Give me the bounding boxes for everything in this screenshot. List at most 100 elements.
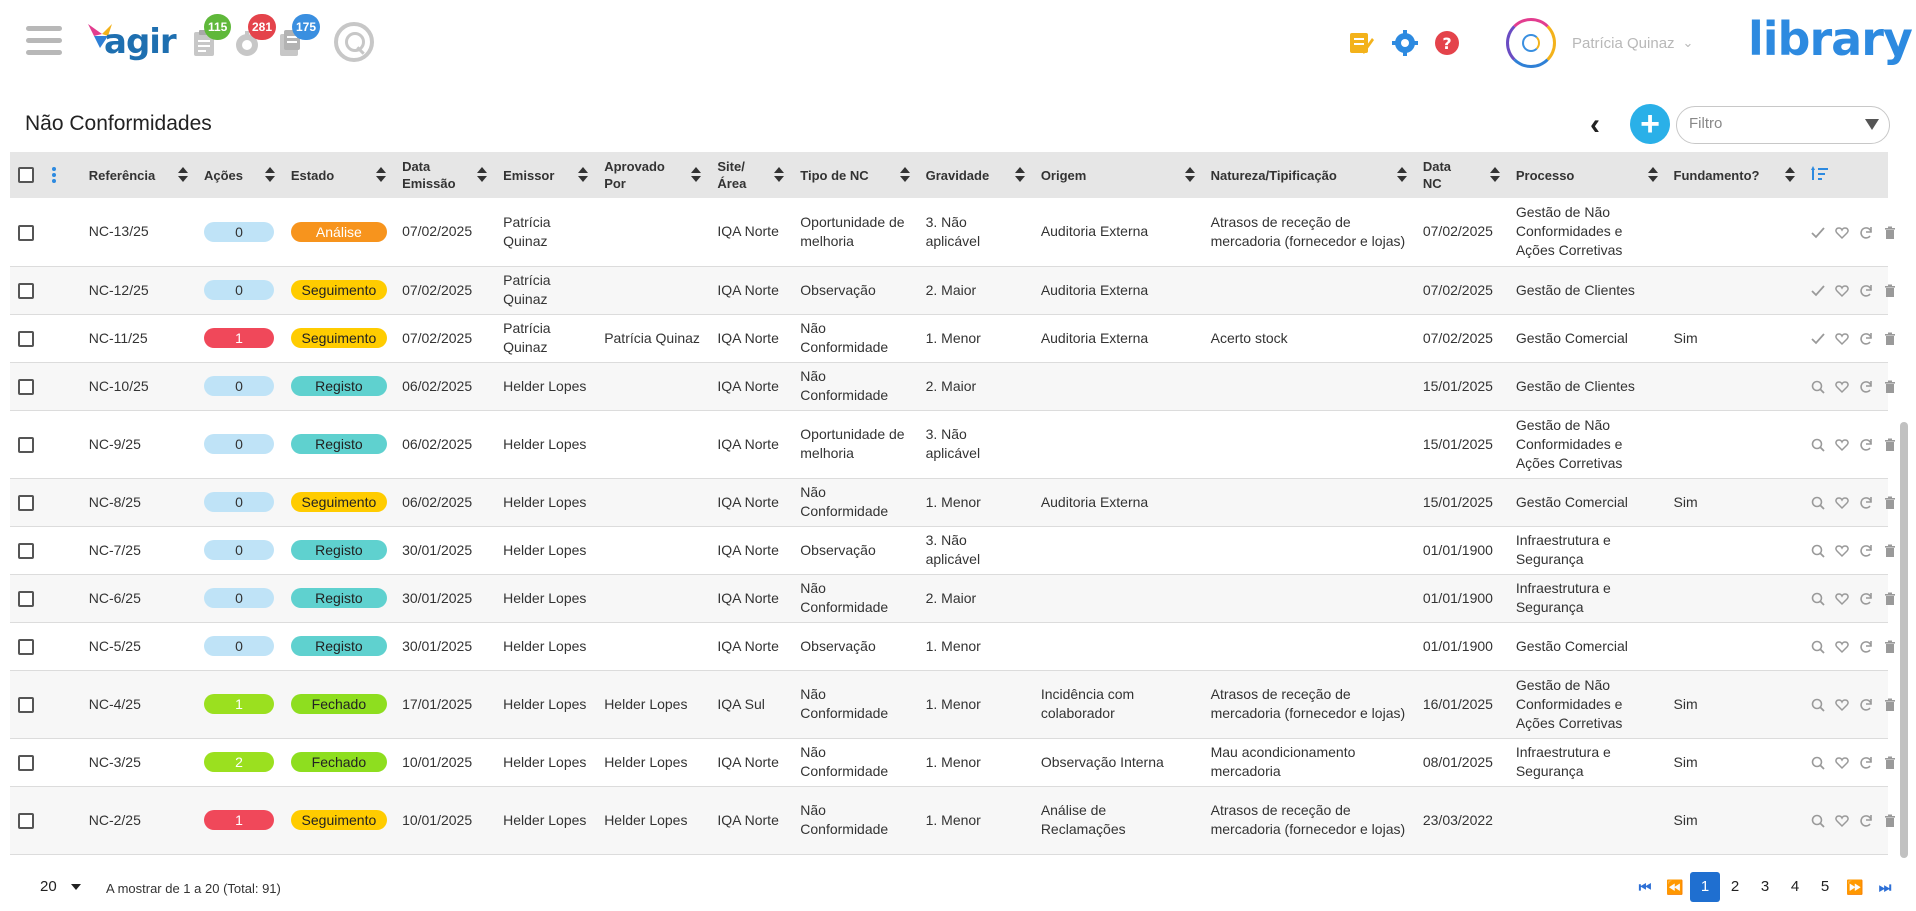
- table-row[interactable]: NC-4/25 1 Fechado 17/01/2025 Helder Lopes Hel…: [10, 670, 1895, 738]
- actions-count-pill[interactable]: 0: [203, 376, 274, 396]
- delete-trash-icon[interactable]: [1883, 496, 1897, 510]
- clipboard-icon[interactable]: 115: [192, 14, 232, 58]
- column-options-icon[interactable]: [51, 165, 56, 185]
- table-row[interactable]: NC-5/25 0 Registo 30/01/2025 Helder Lopes IQA…: [10, 622, 1895, 670]
- actions-count-pill[interactable]: 0: [203, 434, 274, 454]
- actions-count-pill[interactable]: 0: [203, 636, 274, 656]
- table-row[interactable]: NC-8/25 0 Seguimento 06/02/2025 Helder Lopes…: [10, 478, 1895, 526]
- refresh-icon[interactable]: [1859, 380, 1873, 394]
- delete-trash-icon[interactable]: [1883, 226, 1897, 240]
- row-checkbox[interactable]: [18, 436, 34, 453]
- prev-page-icon[interactable]: ⏪: [1660, 879, 1690, 896]
- sort-icon[interactable]: [477, 167, 488, 183]
- delete-trash-icon[interactable]: [1883, 756, 1897, 770]
- favorite-heart-icon[interactable]: [1835, 438, 1849, 452]
- favorite-heart-icon[interactable]: [1835, 496, 1849, 510]
- table-row[interactable]: NC-6/25 0 Registo 30/01/2025 Helder Lopes IQA…: [10, 574, 1895, 622]
- sort-icon[interactable]: [578, 167, 589, 183]
- view-search-icon[interactable]: [1811, 756, 1825, 770]
- table-row[interactable]: NC-3/25 2 Fechado 10/01/2025 Helder Lopes Hel…: [10, 738, 1895, 786]
- view-search-icon[interactable]: [1811, 496, 1825, 510]
- header-tipo-nc[interactable]: Tipo de NC: [792, 152, 917, 198]
- page-4-button[interactable]: 4: [1780, 872, 1810, 902]
- view-search-icon[interactable]: [1811, 544, 1825, 558]
- filter-funnel-icon[interactable]: [1865, 119, 1879, 130]
- header-processo[interactable]: Processo: [1508, 152, 1666, 198]
- header-gravidade[interactable]: Gravidade: [918, 152, 1033, 198]
- global-search-icon[interactable]: [334, 22, 374, 62]
- gear-timer-icon[interactable]: 281: [234, 14, 277, 58]
- settings-gear-icon[interactable]: [1392, 30, 1418, 60]
- page-5-button[interactable]: 5: [1810, 872, 1840, 902]
- refresh-icon[interactable]: [1859, 592, 1873, 606]
- sort-icon[interactable]: [899, 167, 910, 183]
- vertical-scrollbar[interactable]: [1898, 200, 1910, 860]
- sort-icon[interactable]: [1647, 167, 1658, 183]
- actions-count-pill[interactable]: 1: [203, 810, 274, 830]
- actions-count-pill[interactable]: 2: [203, 752, 274, 772]
- last-page-icon[interactable]: ⏭: [1870, 879, 1900, 896]
- header-data-nc[interactable]: Data NC: [1415, 152, 1508, 198]
- view-search-icon[interactable]: [1811, 698, 1825, 712]
- sort-icon[interactable]: [1396, 167, 1407, 183]
- favorite-heart-icon[interactable]: [1835, 226, 1849, 240]
- sort-icon[interactable]: [177, 167, 188, 183]
- row-checkbox[interactable]: [18, 696, 34, 713]
- header-origem[interactable]: Origem: [1033, 152, 1203, 198]
- delete-trash-icon[interactable]: [1883, 284, 1897, 298]
- help-icon[interactable]: ?: [1434, 30, 1460, 60]
- row-checkbox[interactable]: [18, 282, 34, 299]
- favorite-heart-icon[interactable]: [1835, 756, 1849, 770]
- select-all-checkbox[interactable]: [18, 167, 34, 183]
- table-row[interactable]: NC-9/25 0 Registo 06/02/2025 Helder Lopes IQA…: [10, 410, 1895, 478]
- row-checkbox[interactable]: [18, 638, 34, 655]
- delete-trash-icon[interactable]: [1883, 380, 1897, 394]
- delete-trash-icon[interactable]: [1883, 332, 1897, 346]
- sort-icon[interactable]: [376, 167, 387, 183]
- table-row[interactable]: NC-10/25 0 Registo 06/02/2025 Helder Lopes IQ…: [10, 362, 1895, 410]
- sort-icon[interactable]: [264, 167, 275, 183]
- sort-icon[interactable]: [1489, 167, 1500, 183]
- refresh-icon[interactable]: [1859, 698, 1873, 712]
- table-row[interactable]: NC-7/25 0 Registo 30/01/2025 Helder Lopes IQA…: [10, 526, 1895, 574]
- approve-check-icon[interactable]: [1811, 284, 1825, 298]
- approve-check-icon[interactable]: [1811, 332, 1825, 346]
- header-fundamento[interactable]: Fundamento?: [1666, 152, 1803, 198]
- row-checkbox[interactable]: [18, 330, 34, 347]
- header-natureza[interactable]: Natureza/Tipificação: [1203, 152, 1415, 198]
- view-search-icon[interactable]: [1811, 438, 1825, 452]
- page-3-button[interactable]: 3: [1750, 872, 1780, 902]
- favorite-heart-icon[interactable]: [1835, 544, 1849, 558]
- sort-icon[interactable]: [1014, 167, 1025, 183]
- refresh-icon[interactable]: [1859, 226, 1873, 240]
- refresh-icon[interactable]: [1859, 332, 1873, 346]
- refresh-icon[interactable]: [1859, 544, 1873, 558]
- header-emissor[interactable]: Emissor: [495, 152, 596, 198]
- row-checkbox[interactable]: [18, 378, 34, 395]
- view-search-icon[interactable]: [1811, 380, 1825, 394]
- favorite-heart-icon[interactable]: [1835, 592, 1849, 606]
- table-row[interactable]: NC-2/25 1 Seguimento 10/01/2025 Helder Lopes…: [10, 786, 1895, 854]
- refresh-icon[interactable]: [1859, 496, 1873, 510]
- header-sort-settings[interactable]: [1803, 152, 1888, 198]
- view-search-icon[interactable]: [1811, 592, 1825, 606]
- delete-trash-icon[interactable]: [1883, 640, 1897, 654]
- refresh-icon[interactable]: [1859, 438, 1873, 452]
- document-check-icon[interactable]: 175: [278, 14, 321, 58]
- user-menu[interactable]: Patrícia Quinaz ⌄: [1506, 17, 1693, 69]
- view-search-icon[interactable]: [1811, 640, 1825, 654]
- sort-icon[interactable]: [1184, 167, 1195, 183]
- header-site-area[interactable]: Site/ Área: [709, 152, 792, 198]
- delete-trash-icon[interactable]: [1883, 438, 1897, 452]
- row-checkbox[interactable]: [18, 224, 34, 241]
- add-button[interactable]: +: [1630, 104, 1670, 144]
- actions-count-pill[interactable]: 0: [203, 588, 274, 608]
- refresh-icon[interactable]: [1859, 756, 1873, 770]
- next-page-icon[interactable]: ⏩: [1840, 879, 1870, 896]
- back-chevron-icon[interactable]: ‹: [1590, 110, 1600, 140]
- header-referencia[interactable]: Referência: [81, 152, 196, 198]
- table-row[interactable]: NC-12/25 0 Seguimento 07/02/2025 Patrícia Qu…: [10, 266, 1895, 314]
- refresh-icon[interactable]: [1859, 814, 1873, 828]
- approve-check-icon[interactable]: [1811, 226, 1825, 240]
- row-checkbox[interactable]: [18, 542, 34, 559]
